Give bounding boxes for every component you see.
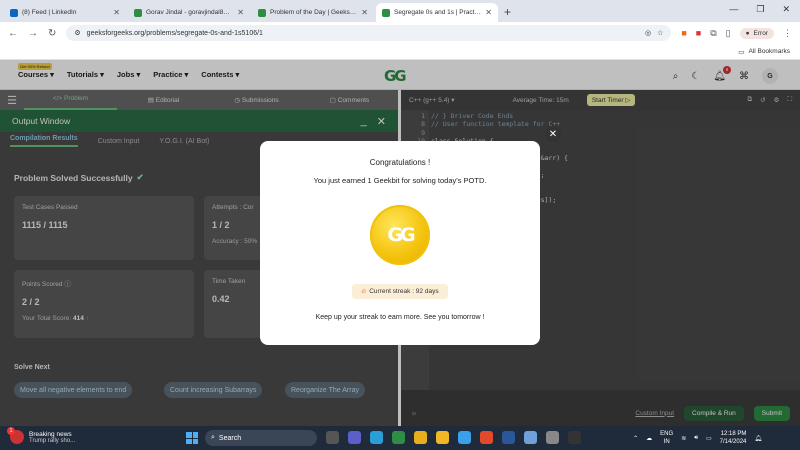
word-icon[interactable] <box>502 431 515 444</box>
teams-icon[interactable] <box>348 431 361 444</box>
address-bar: ← → ↻ ⚙ geeksforgeeks.org/problems/segre… <box>0 22 800 44</box>
minimize-icon[interactable]: — <box>729 4 738 15</box>
star-icon[interactable]: ☆ <box>657 29 663 37</box>
news-subtitle: Trump rally sho... <box>29 437 76 444</box>
windows-start-icon[interactable] <box>186 432 198 444</box>
gfg-icon <box>134 8 142 17</box>
modal-close-button[interactable]: ✕ <box>545 126 561 142</box>
tab-label: Gorav Jindal - goravjindal86 | M <box>146 9 234 16</box>
news-widget[interactable]: 1 Breaking news Trump rally sho... <box>7 427 76 444</box>
reload-icon[interactable]: ↻ <box>48 28 56 39</box>
mail-icon[interactable] <box>458 431 471 444</box>
modal-title: Congratulations ! <box>369 158 431 167</box>
url-input[interactable]: ⚙ geeksforgeeks.org/problems/segregate-0… <box>66 25 672 41</box>
profile-error-button[interactable]: ● Error <box>739 27 774 39</box>
modal-footer-text: Keep up your streak to earn more. See yo… <box>315 314 485 321</box>
search-icon: ⌕ <box>211 434 215 441</box>
gfg-icon <box>258 8 266 17</box>
settings-icon[interactable] <box>546 431 559 444</box>
eye-off-icon[interactable]: ◎ <box>645 29 651 37</box>
close-icon[interactable]: ✕ <box>237 8 244 17</box>
extension-icon[interactable]: ■ <box>681 28 686 38</box>
brave-icon[interactable] <box>480 431 493 444</box>
extension-icon[interactable]: ■ <box>696 28 701 38</box>
more-icon[interactable]: ⋮ <box>783 28 792 39</box>
new-tab-button[interactable]: + <box>504 5 511 19</box>
news-title: Breaking news <box>29 430 72 438</box>
geekbit-coin-icon: GG <box>370 205 430 265</box>
chevron-up-icon[interactable]: ⌃ <box>633 435 638 442</box>
terminal-icon[interactable] <box>568 431 581 444</box>
tab-segregate[interactable]: Segregate 0s and 1s | Practice | ✕ <box>376 3 498 22</box>
search-label: Search <box>218 434 242 442</box>
fire-icon: 🔥︎ <box>361 287 367 295</box>
error-label: Error <box>753 29 768 37</box>
tab-gfg-profile[interactable]: Gorav Jindal - goravjindal86 | M ✕ <box>128 3 250 22</box>
wifi-icon[interactable]: ≋ <box>681 435 686 442</box>
cloud-icon[interactable]: ☁ <box>646 435 652 442</box>
tab-label: Segregate 0s and 1s | Practice | <box>394 9 482 16</box>
tab-linkedin[interactable]: (8) Feed | LinkedIn ✕ <box>4 3 126 22</box>
tab-problem-of-the-day[interactable]: Problem of the Day | GeeksforG ✕ <box>252 3 374 22</box>
news-badge: 1 <box>7 427 15 435</box>
site-info-icon[interactable]: ⚙ <box>74 29 80 37</box>
chrome-icon[interactable] <box>414 431 427 444</box>
streak-text: Current streak : 92 days <box>369 288 439 295</box>
close-icon[interactable]: ✕ <box>361 8 368 17</box>
back-icon[interactable]: ← <box>8 28 18 39</box>
taskbar-search[interactable]: ⌕ Search <box>205 430 317 446</box>
system-tray: ⌃ ☁ ENG IN ≋ 🔊︎ ▭ 12:18 PM 7/14/2024 🔔︎ <box>633 430 762 446</box>
close-window-icon[interactable]: ✕ <box>782 4 790 15</box>
gfg-icon <box>382 8 390 17</box>
sidepanel-icon[interactable]: ▯ <box>726 28 731 39</box>
bookmarks-bar: ▭ All Bookmarks <box>0 44 800 60</box>
clock[interactable]: 12:18 PM 7/14/2024 <box>720 430 747 446</box>
battery-icon[interactable]: ▭ <box>706 435 712 442</box>
avatar-icon: ● <box>745 29 750 37</box>
url-text: geeksforgeeks.org/problems/segregate-0s-… <box>86 29 263 37</box>
windows-taskbar: 1 Breaking news Trump rally sho... ⌕ Sea… <box>0 426 800 450</box>
tab-label: Problem of the Day | GeeksforG <box>270 9 358 16</box>
forward-icon[interactable]: → <box>28 28 38 39</box>
app-icon[interactable] <box>392 431 405 444</box>
notification-center-icon[interactable]: 🔔︎ <box>754 435 762 442</box>
folder-icon: ▭ <box>738 48 745 56</box>
language-indicator[interactable]: ENG IN <box>660 430 673 446</box>
close-icon[interactable]: ✕ <box>113 8 120 17</box>
tab-label: (8) Feed | LinkedIn <box>22 9 77 16</box>
browser-tab-bar: (8) Feed | LinkedIn ✕ Gorav Jindal - gor… <box>0 0 800 22</box>
linkedin-icon <box>10 8 18 17</box>
all-bookmarks-link[interactable]: All Bookmarks <box>748 48 790 55</box>
streak-badge: 🔥︎ Current streak : 92 days <box>352 284 448 299</box>
close-icon[interactable]: ✕ <box>485 8 492 17</box>
puzzle-icon[interactable]: ⧉ <box>710 28 716 39</box>
taskbar-apps <box>326 431 581 444</box>
task-view-icon[interactable] <box>326 431 339 444</box>
news-icon: 1 <box>7 427 24 444</box>
congratulations-modal: Congratulations ! You just earned 1 Geek… <box>260 141 540 345</box>
widgets-icon[interactable] <box>370 431 383 444</box>
modal-subtitle: You just earned 1 Geekbit for solving to… <box>313 176 487 185</box>
file-explorer-icon[interactable] <box>436 431 449 444</box>
photos-icon[interactable] <box>524 431 537 444</box>
volume-icon[interactable]: 🔊︎ <box>694 435 698 442</box>
extensions-area: ■ ■ ⧉ ▯ ● Error ⋮ <box>681 27 792 39</box>
window-controls: — ❐ ✕ <box>729 4 790 15</box>
maximize-icon[interactable]: ❐ <box>756 4 764 15</box>
